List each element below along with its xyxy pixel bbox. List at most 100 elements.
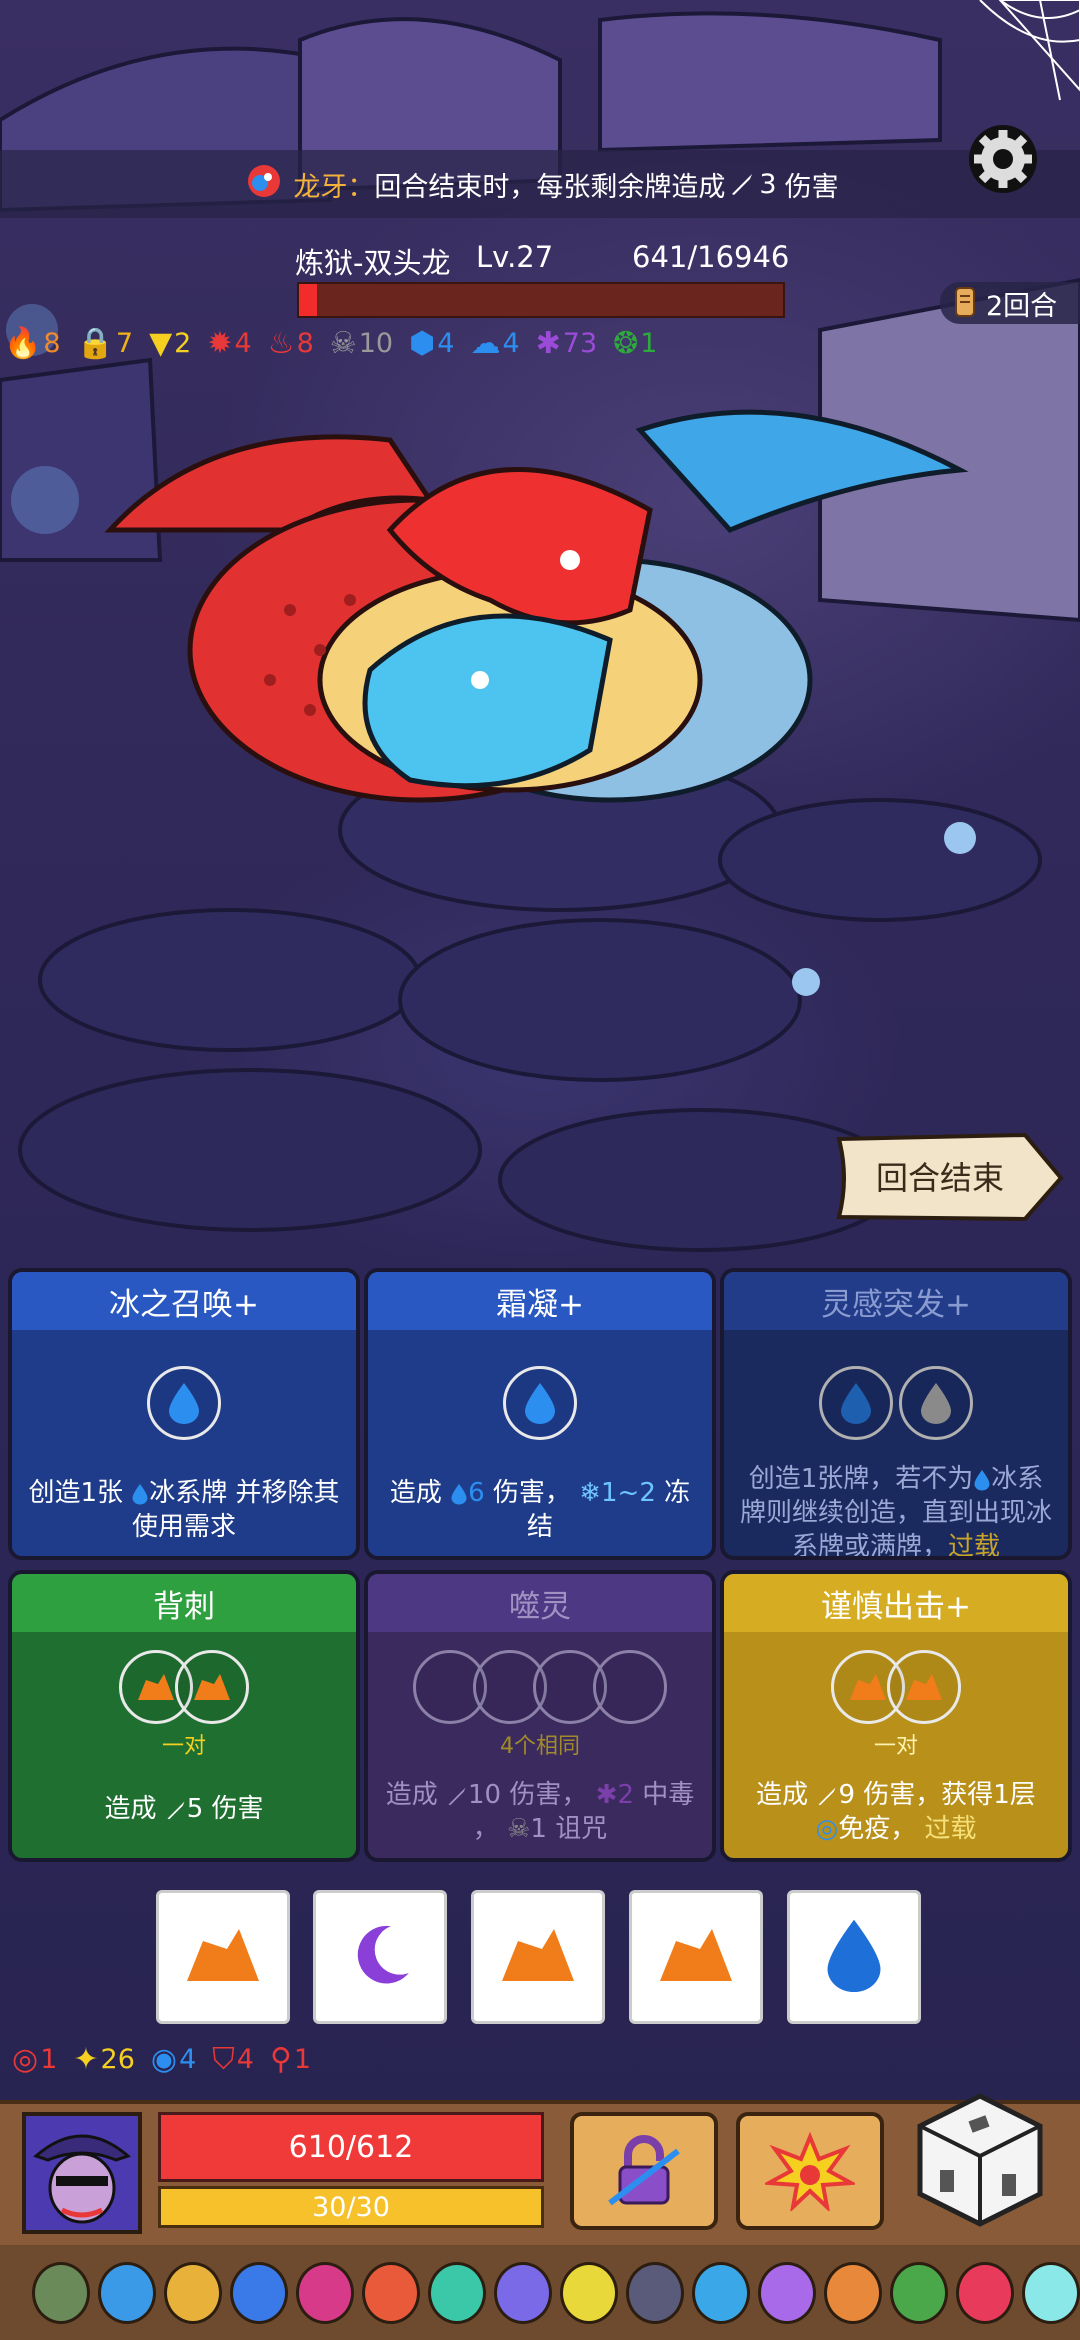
water-slot — [147, 1366, 221, 1440]
status-value: 73 — [562, 328, 598, 359]
status-effect[interactable]: 🔒 7 — [77, 326, 134, 361]
hand-die[interactable] — [156, 1890, 290, 2024]
card-backstab[interactable]: 背刺 一对 造成 5 伤害 — [8, 1570, 360, 1862]
player-hp-bar: 610/612 — [158, 2112, 544, 2182]
ability-colon: ： — [347, 171, 375, 203]
boss-hp-bar — [297, 282, 785, 318]
blast-button[interactable] — [736, 2112, 884, 2230]
desc-part: 伤害 — [211, 1794, 264, 1824]
status-value: 1 — [640, 328, 658, 359]
status-effect[interactable]: ⚲ 1 — [270, 2042, 311, 2077]
boss-level: Lv.27 — [476, 240, 554, 274]
boss-hp-fill — [299, 284, 318, 316]
card-requirement: 一对 — [873, 1734, 918, 1759]
hook-icon: ⚲ — [269, 2042, 292, 2077]
status-effect[interactable]: ✹ 4 — [207, 326, 251, 361]
relic-item[interactable] — [626, 2261, 684, 2324]
status-effect[interactable]: ❂ 1 — [613, 326, 657, 361]
card-title: 冰之召唤+ — [12, 1272, 356, 1330]
poison-icon: ✱ — [595, 1780, 618, 1810]
boss-hp-text: 641/16946 — [632, 240, 790, 274]
hand-die[interactable] — [787, 1890, 921, 2024]
lock-button[interactable] — [570, 2112, 718, 2230]
ability-text: 回合结束时，每张剩余牌造成 — [374, 171, 726, 203]
hand-die[interactable] — [313, 1890, 447, 2024]
skull-icon: ☠ — [507, 1814, 531, 1844]
card-cautious-strike[interactable]: 谨慎出击+ 一对 造成 9 伤害，获得1层 ◎免疫， 过载 — [720, 1570, 1072, 1862]
status-effect[interactable]: 🔥 8 — [4, 326, 61, 361]
status-effect[interactable]: ◎ 1 — [12, 2042, 57, 2077]
reroll-dice-button[interactable] — [910, 2090, 1050, 2230]
water-drop-icon — [824, 1916, 884, 1998]
status-effect[interactable]: ☠ 10 — [330, 326, 393, 361]
status-effect[interactable]: ◉ 4 — [151, 2042, 196, 2077]
end-turn-button[interactable]: 回合结束 — [835, 1133, 1065, 1223]
spiral-icon: ❂ — [613, 326, 639, 361]
relic-item[interactable] — [692, 2261, 750, 2324]
relic-item[interactable] — [956, 2261, 1014, 2324]
two-headed-dragon-boss[interactable] — [90, 380, 990, 840]
card-description: 造成 5 伤害 — [24, 1792, 344, 1826]
status-effect[interactable]: ☁ 4 — [470, 326, 519, 361]
hand-die[interactable] — [629, 1890, 763, 2024]
card-frost-condense[interactable]: 霜凝+ 造成 6 伤害， ❄1~2 冻结 — [364, 1268, 716, 1560]
end-turn-label: 回合结束 — [875, 1159, 1004, 1197]
status-effect[interactable]: ✱ 73 — [536, 326, 598, 361]
relic-item[interactable] — [32, 2261, 90, 2324]
relic-item[interactable] — [758, 2261, 816, 2324]
status-effect[interactable]: ⛉ 4 — [212, 2042, 254, 2077]
desc-part: 造成 — [385, 1780, 438, 1810]
status-effect[interactable]: ▼ 2 — [149, 326, 191, 361]
relic-item[interactable] — [560, 2261, 618, 2324]
player-avatar[interactable] — [22, 2112, 142, 2234]
sword-icon — [167, 1801, 185, 1819]
card-requirement: 4个相同 — [500, 1734, 580, 1759]
card-description: 造成 9 伤害，获得1层 ◎免疫， 过载 — [736, 1778, 1056, 1846]
card-ice-summon[interactable]: 冰之召唤+ 创造1张 冰系牌 并移除其使用需求 — [8, 1268, 360, 1560]
splat-icon: ✱ — [535, 326, 561, 361]
sword-icon — [732, 174, 753, 195]
status-value: 4 — [502, 328, 520, 359]
settings-gear-button[interactable] — [962, 118, 1044, 200]
relic-item[interactable] — [824, 2261, 882, 2324]
status-value: 4 — [234, 328, 252, 359]
relic-item[interactable] — [494, 2261, 552, 2324]
lock-icon: 🔒 — [76, 326, 114, 361]
relic-item[interactable] — [362, 2261, 420, 2324]
card-inspiration-burst[interactable]: 灵感突发+ 创造1张牌，若不为 冰系牌则继续创造，直到出现冰系牌或满牌，过载 — [720, 1268, 1072, 1560]
status-effect[interactable]: ✦ 26 — [73, 2042, 135, 2077]
relic-item[interactable] — [890, 2261, 948, 2324]
desc-part: 造成 — [389, 1478, 442, 1508]
desc-freeze: 1~2 — [601, 1478, 656, 1508]
boss-status-effects: 🔥 8 🔒 7 ▼ 2 ✹ 4 ♨ 8 ☠ 10 ⬢ 4 ☁ 4 ✱ 73 ❂ 1 — [4, 326, 657, 361]
desc-damage: 9 — [838, 1780, 855, 1810]
sword-icon — [448, 1787, 466, 1805]
water-slot — [503, 1366, 577, 1440]
card-soul-devour[interactable]: 噬灵 4个相同 造成 10 伤害， ✱2 中毒 ， ☠1 诅咒 — [364, 1570, 716, 1862]
player-energy-bar: 30/30 — [158, 2186, 544, 2228]
card-title: 灵感突发+ — [724, 1272, 1068, 1330]
relic-item[interactable] — [296, 2261, 354, 2324]
relic-bar — [0, 2245, 1080, 2340]
relic-item[interactable] — [164, 2261, 222, 2324]
moon-icon — [344, 1919, 416, 1995]
card-title: 背刺 — [12, 1574, 356, 1632]
card-description: 创造1张 冰系牌 并移除其使用需求 — [24, 1476, 344, 1544]
status-effect[interactable]: ⬢ 4 — [409, 326, 454, 361]
status-value: 10 — [358, 328, 394, 359]
status-effect[interactable]: ♨ 8 — [268, 326, 314, 361]
relic-item[interactable] — [428, 2261, 486, 2324]
relic-item[interactable] — [230, 2261, 288, 2324]
shield-icon: ⛉ — [212, 2042, 235, 2077]
water-drop-icon — [169, 1383, 199, 1424]
status-value: 4 — [179, 2044, 197, 2075]
pair-slot — [887, 1650, 961, 1724]
rock-icon — [656, 1922, 736, 1992]
hand-die[interactable] — [471, 1890, 605, 2024]
rock-icon — [906, 1674, 942, 1700]
relic-item[interactable] — [98, 2261, 156, 2324]
empty-slot — [593, 1650, 667, 1724]
desc-damage: 5 — [186, 1794, 204, 1824]
relic-item[interactable] — [1022, 2261, 1080, 2324]
desc-part: 创造1张牌，若不为 — [748, 1464, 974, 1494]
